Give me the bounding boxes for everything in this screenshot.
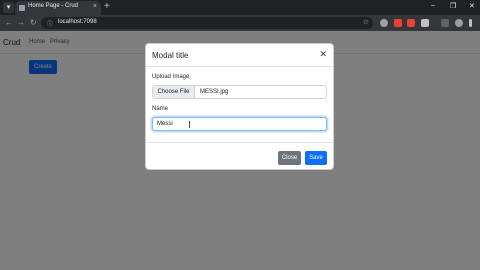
name-input-value: Messi: [157, 121, 173, 127]
new-tab-icon[interactable]: +: [104, 1, 110, 12]
window-close-icon[interactable]: ✕: [469, 2, 475, 10]
choose-file-button[interactable]: Choose File: [153, 86, 195, 98]
selected-file-name: MESSI.jpg: [200, 89, 229, 95]
extension-red-icon[interactable]: [394, 19, 402, 27]
name-input[interactable]: Messi: [152, 117, 327, 131]
modal-dialog: Modal title ✕ Upload Image Choose File M…: [145, 43, 334, 170]
extension-adblock-icon[interactable]: [407, 19, 415, 27]
back-icon[interactable]: ←: [5, 18, 13, 27]
close-button[interactable]: Close: [278, 151, 301, 165]
extension-cloud-icon[interactable]: [380, 19, 388, 27]
forward-icon[interactable]: →: [17, 18, 25, 27]
profile-avatar-icon[interactable]: [455, 19, 463, 27]
side-panel-icon[interactable]: [441, 19, 449, 27]
web-page: Crud Home Privacy Create Modal title ✕ U…: [0, 31, 480, 270]
site-info-icon[interactable]: ⓘ: [47, 19, 53, 28]
browser-tab-strip: ▾ Home Page - Crud × + – ❐ ✕: [0, 0, 480, 15]
text-cursor-icon: [189, 121, 190, 128]
close-icon[interactable]: ✕: [319, 49, 327, 60]
browser-toolbar: ← → ↻ ⓘ localhost:7098 ☆: [0, 15, 480, 31]
modal-header: Modal title ✕: [146, 44, 333, 67]
file-upload-field[interactable]: Choose File MESSI.jpg: [152, 85, 327, 99]
modal-footer: Close Save: [146, 142, 333, 170]
minimize-icon[interactable]: –: [431, 2, 435, 9]
tab-search-icon[interactable]: ▾: [3, 2, 14, 13]
extensions-puzzle-icon[interactable]: [421, 19, 429, 27]
tab-close-icon[interactable]: ×: [93, 3, 97, 10]
favicon-icon: [19, 5, 25, 11]
save-button[interactable]: Save: [305, 151, 327, 165]
tab-title: Home Page - Crud: [28, 3, 79, 9]
browser-tab[interactable]: Home Page - Crud ×: [15, 1, 101, 15]
reload-icon[interactable]: ↻: [30, 18, 37, 27]
address-bar[interactable]: ⓘ localhost:7098 ☆: [41, 17, 373, 29]
upload-image-label: Upload Image: [152, 74, 190, 80]
maximize-icon[interactable]: ❐: [450, 2, 456, 10]
menu-kebab-icon[interactable]: [469, 19, 472, 27]
modal-title: Modal title: [152, 51, 189, 60]
url-text[interactable]: localhost:7098: [58, 19, 97, 25]
bookmark-star-icon[interactable]: ☆: [363, 18, 369, 26]
name-label: Name: [152, 106, 169, 112]
